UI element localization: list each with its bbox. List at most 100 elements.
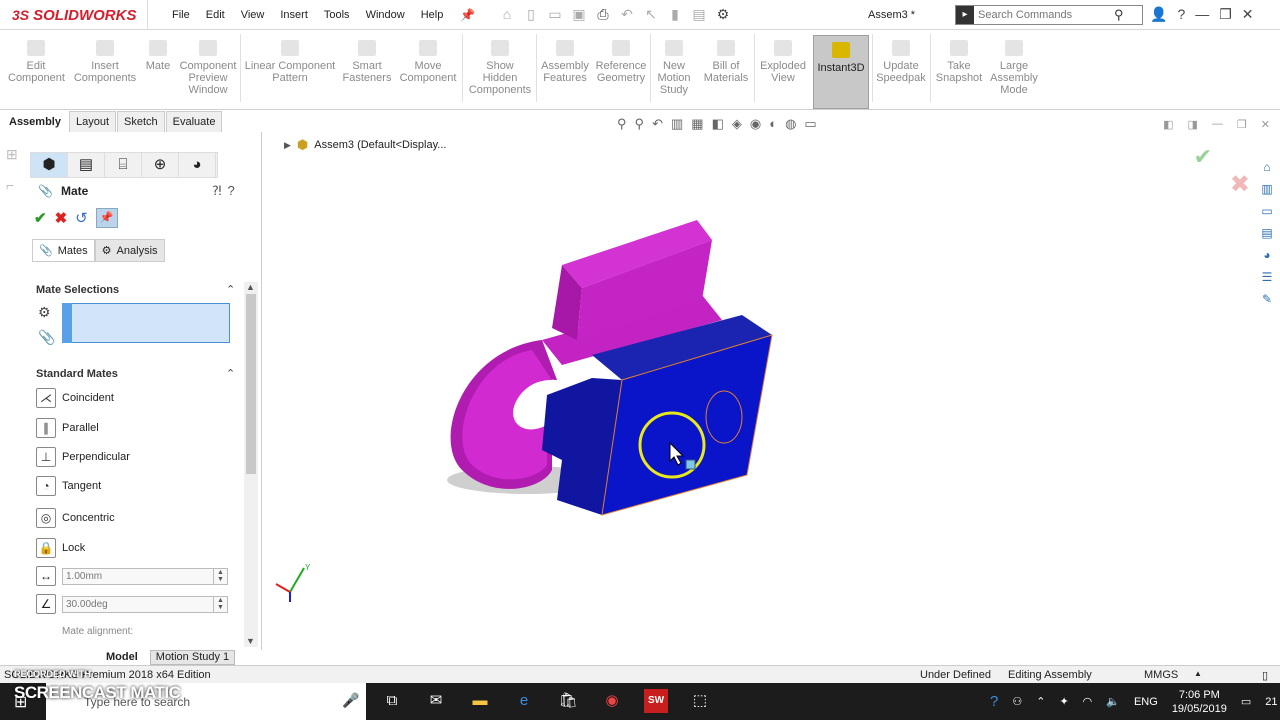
menu-insert[interactable]: Insert: [280, 9, 308, 21]
smart-fasteners-button[interactable]: Smart Fasteners: [340, 34, 394, 84]
language-indicator[interactable]: ENG: [1134, 696, 1158, 708]
show-hidden-button[interactable]: Show Hidden Components: [466, 34, 534, 96]
help-icon[interactable]: ?: [1177, 6, 1185, 23]
forum-icon[interactable]: ✎: [1258, 290, 1276, 308]
home-icon[interactable]: ⌂: [498, 6, 516, 23]
expand-arrow-icon[interactable]: ▶: [284, 140, 291, 151]
edit-appearance-icon[interactable]: ◐: [769, 116, 777, 132]
angle-input[interactable]: 30.00deg ▲ ▼: [62, 595, 228, 613]
unit-system[interactable]: MMGS: [1144, 669, 1178, 681]
rebuild-icon[interactable]: ▮: [666, 6, 684, 23]
previous-view-icon[interactable]: ↶: [652, 116, 663, 132]
linear-pattern-button[interactable]: Linear Component Pattern: [244, 34, 336, 84]
collapse-chevron-icon[interactable]: ⌃: [226, 367, 235, 380]
mate-concentric[interactable]: ◎ Concentric: [36, 508, 115, 528]
zoom-area-icon[interactable]: ⚲: [635, 116, 645, 132]
scroll-down-icon[interactable]: ▼: [246, 636, 255, 646]
exploded-view-button[interactable]: Exploded View: [758, 34, 808, 84]
mate-lock[interactable]: 🔒 Lock: [36, 538, 85, 558]
edge-browser-icon[interactable]: e: [512, 689, 536, 713]
property-manager-tab-icon[interactable]: ▤: [68, 153, 105, 177]
flyout-tree[interactable]: ▶ ⬢ Assem3 (Default<Display...: [284, 137, 446, 153]
assembly-features-button[interactable]: Assembly Features: [540, 34, 590, 84]
collapse-chevron-icon[interactable]: ⌃: [226, 283, 235, 296]
graphics-area[interactable]: ⚲ ⚲ ↶ ▥ ▦ ◧ ◈ ◉ ◐ ◍ ▭ ▶ ⬢ Assem3 (Default<…: [262, 110, 1280, 650]
insert-components-button[interactable]: Insert Components: [72, 34, 138, 84]
reference-triad-icon[interactable]: Y: [272, 562, 312, 606]
menu-help[interactable]: Help: [421, 9, 444, 21]
component-preview-button[interactable]: Component Preview Window: [178, 34, 238, 96]
microphone-icon[interactable]: 🎤: [342, 692, 359, 709]
solidworks-app-icon[interactable]: SW: [644, 689, 668, 713]
action-center-icon[interactable]: ▭: [1241, 695, 1251, 708]
search-icon[interactable]: ⚲: [1114, 7, 1124, 23]
status-help-icon[interactable]: ▯: [1262, 669, 1268, 682]
file-explorer-icon[interactable]: ▭: [1258, 202, 1276, 220]
mate-tangent[interactable]: ◔ Tangent: [36, 476, 101, 496]
tile-left-icon[interactable]: ◧: [1163, 118, 1173, 131]
ok-button[interactable]: ✔: [34, 209, 47, 227]
move-component-button[interactable]: Move Component: [398, 34, 458, 84]
volume-icon[interactable]: 🔈: [1106, 695, 1120, 708]
clock[interactable]: 7:06 PM 19/05/2019: [1172, 688, 1227, 716]
menu-edit[interactable]: Edit: [206, 9, 225, 21]
keep-visible-pin-button[interactable]: 📌: [95, 208, 118, 228]
wifi-icon[interactable]: ◠: [1083, 695, 1093, 708]
tab-evaluate[interactable]: Evaluate: [165, 110, 223, 132]
whats-wrong-icon[interactable]: ⁈: [212, 183, 222, 199]
scroll-up-icon[interactable]: ▲: [246, 282, 255, 292]
chrome-icon[interactable]: ◉: [600, 689, 624, 713]
tile-right-icon[interactable]: ◨: [1188, 118, 1198, 131]
confirm-cancel-icon[interactable]: ✖: [1230, 170, 1250, 199]
feature-manager-tab-icon[interactable]: ⬢: [31, 153, 68, 177]
appearances-icon[interactable]: ◕: [1258, 246, 1276, 264]
mate-parallel[interactable]: ∥ Parallel: [36, 418, 99, 438]
undo-icon[interactable]: ↶: [618, 6, 636, 23]
bill-of-materials-button[interactable]: Bill of Materials: [700, 34, 752, 84]
mate-perpendicular[interactable]: ⊥ Perpendicular: [36, 447, 130, 467]
task-view-icon[interactable]: ⧉: [380, 689, 404, 713]
restore-icon[interactable]: ❐: [1219, 6, 1232, 23]
tab-sketch[interactable]: Sketch: [117, 110, 165, 132]
mail-icon[interactable]: ✉: [424, 689, 448, 713]
view-orientation-icon[interactable]: ◧: [712, 116, 724, 132]
show-hidden-icons-icon[interactable]: ⌃: [1036, 695, 1045, 708]
solidworks-resources-icon[interactable]: ⌂: [1258, 158, 1276, 176]
distance-icon[interactable]: ↔: [36, 566, 56, 586]
tab-assembly[interactable]: Assembly: [2, 110, 68, 132]
update-speedpak-button[interactable]: Update Speedpak: [874, 34, 928, 84]
menu-view[interactable]: View: [241, 9, 265, 21]
people-icon[interactable]: ⚇: [1012, 695, 1022, 708]
select-icon[interactable]: ↖: [642, 6, 660, 23]
reference-geometry-button[interactable]: Reference Geometry: [594, 34, 648, 84]
tab-layout[interactable]: Layout: [68, 110, 117, 132]
new-file-icon[interactable]: ▯: [522, 6, 540, 23]
take-snapshot-button[interactable]: Take Snapshot: [934, 34, 984, 84]
vp-close-icon[interactable]: ✕: [1261, 118, 1270, 131]
cancel-button[interactable]: ✖: [55, 209, 68, 227]
large-assembly-mode-button[interactable]: Large Assembly Mode: [988, 34, 1040, 96]
user-icon[interactable]: 👤: [1150, 6, 1167, 23]
pm-scrollbar[interactable]: ▲ ▼: [244, 282, 258, 647]
open-file-icon[interactable]: ▭: [546, 6, 564, 23]
design-library-icon[interactable]: ▥: [1258, 180, 1276, 198]
apply-scene-icon[interactable]: ◍: [785, 116, 796, 132]
pm-help-icon[interactable]: ?: [228, 183, 235, 199]
menu-window[interactable]: Window: [366, 9, 405, 21]
tab-model[interactable]: Model: [100, 650, 144, 665]
zoom-to-fit-icon[interactable]: ⚲: [617, 116, 627, 132]
confirm-ok-icon[interactable]: ✔: [1194, 144, 1212, 170]
print-icon[interactable]: ⎙: [594, 6, 612, 23]
dynamic-annotation-icon[interactable]: ▦: [691, 116, 703, 132]
vp-restore-icon[interactable]: ❐: [1237, 118, 1247, 131]
undo-button[interactable]: ↺: [75, 209, 88, 227]
instant3d-button[interactable]: Instant3D: [813, 35, 869, 109]
close-icon[interactable]: ✕: [1242, 6, 1254, 23]
store-icon[interactable]: 🛍: [556, 689, 580, 713]
edit-component-button[interactable]: Edit Component: [8, 34, 65, 84]
vp-minimize-icon[interactable]: —: [1212, 118, 1223, 131]
tab-mates[interactable]: 📎 Mates: [32, 239, 95, 262]
view-settings-icon[interactable]: ▭: [804, 116, 816, 132]
new-motion-study-button[interactable]: New Motion Study: [654, 34, 694, 96]
section-view-icon[interactable]: ▥: [671, 116, 683, 132]
